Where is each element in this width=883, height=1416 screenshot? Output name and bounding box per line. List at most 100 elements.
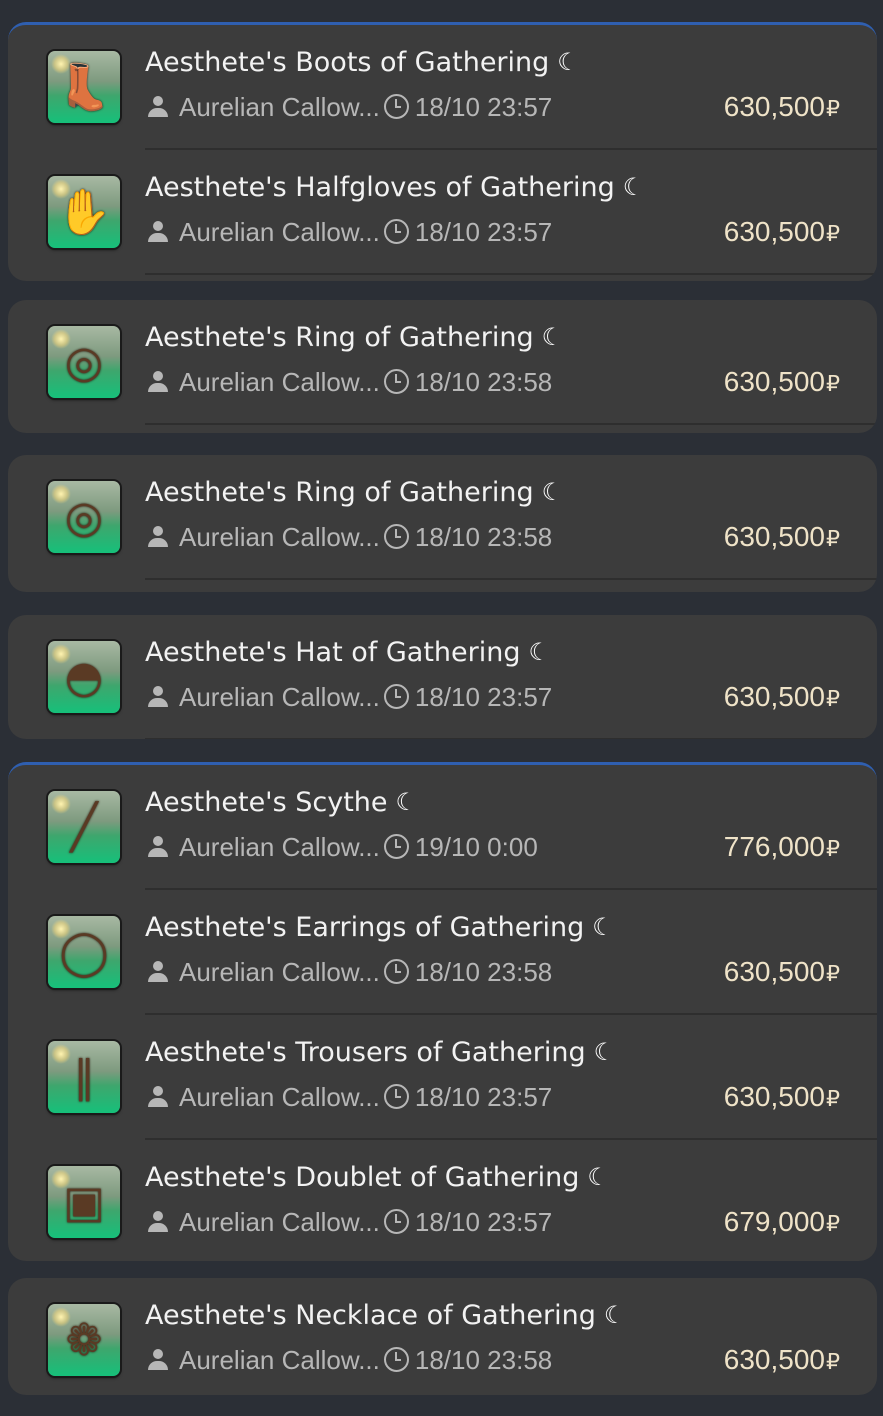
listing-meta: Aurelian Callow... 18/10 23:58	[147, 1345, 552, 1375]
retainer-person-icon	[147, 1086, 169, 1108]
price-value: 630,500	[723, 681, 825, 712]
gil-currency-icon: ₽	[826, 1086, 840, 1111]
listing-time: 18/10 23:57	[414, 1207, 553, 1237]
hq-crescent-icon: ☾	[395, 788, 418, 816]
item-thumbnail: ∥	[48, 1041, 120, 1113]
item-name: Aesthete's Earrings of Gathering ☾	[145, 909, 614, 946]
retainer-person-icon	[147, 961, 169, 983]
row-divider	[145, 273, 877, 275]
clock-icon	[383, 1347, 409, 1372]
gil-currency-icon: ₽	[826, 836, 840, 861]
hq-crescent-icon: ☾	[593, 1038, 616, 1066]
item-name: Aesthete's Ring of Gathering ☾	[145, 474, 563, 511]
item-name-text: Aesthete's Earrings of Gathering	[145, 912, 585, 943]
listing-row[interactable]: ◯ Aesthete's Earrings of Gathering ☾ Aureli…	[8, 890, 877, 1015]
item-name: Aesthete's Halfgloves of Gathering ☾	[145, 169, 644, 206]
price-value: 679,000	[723, 1206, 825, 1237]
clock-icon	[383, 94, 409, 119]
earrings-icon: ◯	[59, 926, 109, 978]
gil-currency-icon: ₽	[826, 1349, 840, 1374]
retainer-name: Aurelian Callow...	[179, 522, 380, 552]
listing-group-card: ◓ Aesthete's Hat of Gathering ☾ Aurelian Ca…	[8, 615, 877, 739]
listing-row[interactable]: 👢 Aesthete's Boots of Gathering ☾ Aurelian …	[8, 25, 877, 150]
item-price: 630,500₽	[724, 215, 840, 251]
listing-meta: Aurelian Callow... 18/10 23:57	[147, 1207, 552, 1237]
clock-icon	[383, 219, 409, 244]
item-name: Aesthete's Boots of Gathering ☾	[145, 44, 579, 81]
clock-icon	[383, 1209, 409, 1234]
item-name-text: Aesthete's Hat of Gathering	[145, 637, 521, 668]
item-price: 630,500₽	[724, 1343, 840, 1379]
ring-icon: ◎	[64, 336, 104, 388]
price-value: 630,500	[723, 216, 825, 247]
item-price: 630,500₽	[724, 955, 840, 991]
hq-crescent-icon: ☾	[541, 323, 564, 351]
ring-icon: ◎	[64, 491, 104, 543]
listing-meta: Aurelian Callow... 18/10 23:57	[147, 92, 552, 122]
listing-time: 18/10 23:57	[414, 682, 553, 712]
listing-meta: Aurelian Callow... 18/10 23:57	[147, 217, 552, 247]
price-value: 630,500	[723, 1081, 825, 1112]
item-thumbnail: ▣	[48, 1166, 120, 1238]
item-name-text: Aesthete's Halfgloves of Gathering	[145, 172, 615, 203]
gil-currency-icon: ₽	[826, 96, 840, 121]
listing-meta: Aurelian Callow... 18/10 23:58	[147, 957, 552, 987]
price-value: 630,500	[723, 91, 825, 122]
price-value: 630,500	[723, 956, 825, 987]
item-name: Aesthete's Hat of Gathering ☾	[145, 634, 550, 671]
retainer-name: Aurelian Callow...	[179, 367, 380, 397]
listing-group-card: ◎ Aesthete's Ring of Gathering ☾ Aurelian C…	[8, 300, 877, 433]
item-price: 630,500₽	[724, 680, 840, 716]
item-name-text: Aesthete's Scythe	[145, 787, 388, 818]
retainer-name: Aurelian Callow...	[179, 957, 380, 987]
price-value: 630,500	[723, 1344, 825, 1375]
item-price: 630,500₽	[724, 1080, 840, 1116]
listing-time: 18/10 23:58	[414, 957, 553, 987]
listing-row[interactable]: ◎ Aesthete's Ring of Gathering ☾ Aurelian C…	[8, 455, 877, 580]
item-thumbnail: ◯	[48, 916, 120, 988]
retainer-name: Aurelian Callow...	[179, 1345, 380, 1375]
retainer-person-icon	[147, 221, 169, 243]
listing-row[interactable]: ╱ Aesthete's Scythe ☾ Aurelian Callow... 19/…	[8, 765, 877, 890]
hat-icon: ◓	[64, 651, 104, 703]
clock-icon	[383, 684, 409, 709]
item-thumbnail: 👢	[48, 51, 120, 123]
row-divider	[145, 578, 877, 580]
item-name-text: Aesthete's Boots of Gathering	[145, 47, 550, 78]
item-name-text: Aesthete's Necklace of Gathering	[145, 1300, 596, 1331]
hq-crescent-icon: ☾	[603, 1301, 626, 1329]
item-name: Aesthete's Scythe ☾	[145, 784, 417, 821]
clock-icon	[383, 1084, 409, 1109]
listing-row[interactable]: ∥ Aesthete's Trousers of Gathering ☾ Aureli…	[8, 1015, 877, 1140]
retainer-name: Aurelian Callow...	[179, 682, 380, 712]
gil-currency-icon: ₽	[826, 526, 840, 551]
gil-currency-icon: ₽	[826, 371, 840, 396]
item-name-text: Aesthete's Doublet of Gathering	[145, 1162, 580, 1193]
listing-row[interactable]: ❁ Aesthete's Necklace of Gathering ☾ Aureli…	[8, 1278, 877, 1395]
listing-meta: Aurelian Callow... 18/10 23:57	[147, 682, 552, 712]
item-thumbnail: ◓	[48, 641, 120, 713]
listing-row[interactable]: ◎ Aesthete's Ring of Gathering ☾ Aurelian C…	[8, 300, 877, 425]
retainer-person-icon	[147, 371, 169, 393]
trousers-icon: ∥	[73, 1051, 95, 1103]
listing-group-card: ◎ Aesthete's Ring of Gathering ☾ Aurelian C…	[8, 455, 877, 592]
clock-icon	[383, 524, 409, 549]
hq-crescent-icon: ☾	[557, 48, 579, 76]
listing-meta: Aurelian Callow... 19/10 0:00	[147, 832, 538, 862]
item-thumbnail: ◎	[48, 481, 120, 553]
retainer-person-icon	[147, 836, 169, 858]
listing-meta: Aurelian Callow... 18/10 23:58	[147, 367, 552, 397]
listing-group-card: 👢 Aesthete's Boots of Gathering ☾ Aurelian …	[8, 22, 877, 281]
listing-meta: Aurelian Callow... 18/10 23:58	[147, 522, 552, 552]
listing-row[interactable]: ▣ Aesthete's Doublet of Gathering ☾ Aurelia…	[8, 1140, 877, 1261]
listing-time: 18/10 23:58	[414, 1345, 553, 1375]
retainer-name: Aurelian Callow...	[179, 92, 380, 122]
item-thumbnail: ❁	[48, 1304, 120, 1376]
listing-group-card: ❁ Aesthete's Necklace of Gathering ☾ Aureli…	[8, 1278, 877, 1395]
item-name-text: Aesthete's Ring of Gathering	[145, 322, 534, 353]
listing-row[interactable]: ◓ Aesthete's Hat of Gathering ☾ Aurelian Ca…	[8, 615, 877, 739]
price-value: 776,000	[723, 831, 825, 862]
item-thumbnail: ✋	[48, 176, 120, 248]
retainer-person-icon	[147, 1349, 169, 1371]
listing-row[interactable]: ✋ Aesthete's Halfgloves of Gathering ☾ Aure…	[8, 150, 877, 275]
